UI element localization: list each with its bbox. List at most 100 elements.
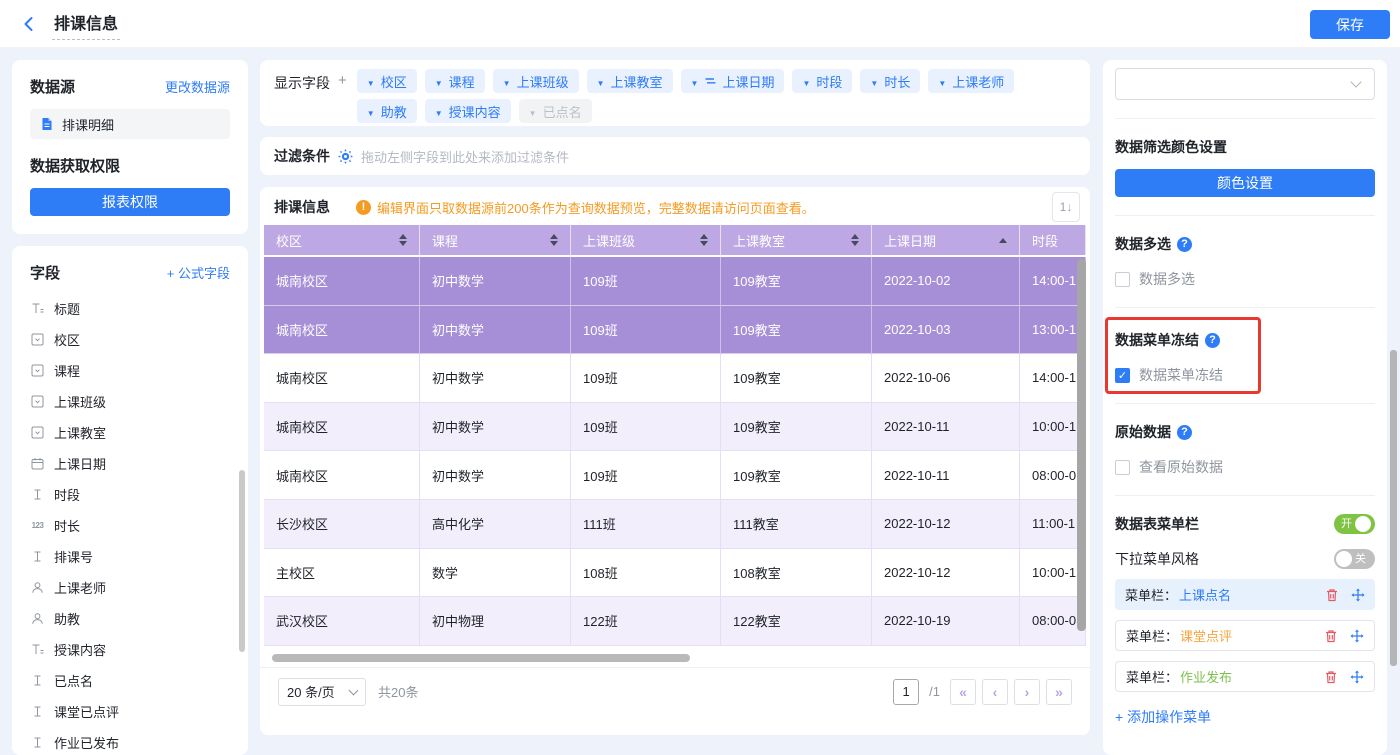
menu-bar-item[interactable]: 菜单栏： 作业发布 xyxy=(1115,661,1375,692)
field-item[interactable]: 上课教室 xyxy=(30,417,230,448)
menu-bar-toggle-on[interactable]: 开 xyxy=(1334,514,1375,534)
field-item[interactable]: 作业已发布 xyxy=(30,727,230,755)
chevron-down-icon[interactable] xyxy=(870,74,878,89)
add-formula-field-link[interactable]: + 公式字段 xyxy=(167,263,230,282)
person-icon xyxy=(30,581,45,594)
field-item[interactable]: 上课班级 xyxy=(30,386,230,417)
chevron-down-icon[interactable] xyxy=(691,74,699,89)
multi-select-checkbox-row[interactable]: 数据多选 xyxy=(1115,269,1375,289)
field-chip[interactable]: 时段 xyxy=(792,69,852,93)
back-button[interactable] xyxy=(16,11,42,37)
field-chip[interactable]: 上课老师 xyxy=(928,69,1014,93)
add-action-menu-link[interactable]: + 添加操作菜单 xyxy=(1115,707,1375,727)
sort-icon[interactable] xyxy=(700,234,708,246)
field-item[interactable]: 123时长 xyxy=(30,510,230,541)
field-chip[interactable]: 授课内容 xyxy=(425,99,511,123)
table-row[interactable]: 武汉校区初中物理122班122教室2022-10-1908:00-0 xyxy=(264,597,1086,646)
table-row-selected[interactable]: 城南校区初中数学109班109教室2022-10-0313:00-1 xyxy=(264,306,1086,355)
color-setting-button[interactable]: 颜色设置 xyxy=(1115,169,1375,197)
first-page-button[interactable] xyxy=(950,679,976,705)
change-datasource-link[interactable]: 更改数据源 xyxy=(165,77,230,96)
sort-ascending-icon[interactable] xyxy=(999,238,1007,243)
field-chip-disabled: 已点名 xyxy=(519,99,592,123)
delete-icon[interactable] xyxy=(1325,588,1339,602)
chevron-down-icon[interactable] xyxy=(597,74,605,89)
move-icon[interactable] xyxy=(1351,588,1365,602)
page-size-select[interactable]: 20 条/页 xyxy=(278,678,366,706)
checkbox-unchecked[interactable] xyxy=(1115,460,1130,475)
checkbox-checked[interactable] xyxy=(1115,368,1130,383)
sort-order-button[interactable]: 1↓ xyxy=(1052,192,1080,222)
field-chip-sorted[interactable]: 上课日期 xyxy=(681,69,785,93)
color-setting-title: 数据筛选颜色设置 xyxy=(1115,137,1227,157)
chevron-down-icon[interactable] xyxy=(802,74,810,89)
field-item[interactable]: 校区 xyxy=(30,324,230,355)
move-icon[interactable] xyxy=(1350,629,1364,643)
sort-icon[interactable] xyxy=(550,234,558,246)
field-item[interactable]: 排课号 xyxy=(30,541,230,572)
select-icon xyxy=(30,395,45,408)
sort-icon[interactable] xyxy=(851,234,859,246)
field-chip[interactable]: 课程 xyxy=(425,69,485,93)
save-button[interactable]: 保存 xyxy=(1310,10,1390,39)
table-row[interactable]: 城南校区初中数学109班109教室2022-10-0614:00-1 xyxy=(264,354,1086,403)
delete-icon[interactable] xyxy=(1324,629,1338,643)
column-header[interactable]: 上课班级 xyxy=(571,225,721,255)
chevron-down-icon[interactable] xyxy=(367,74,375,89)
report-permission-button[interactable]: 报表权限 xyxy=(30,188,230,216)
field-item[interactable]: 上课老师 xyxy=(30,572,230,603)
move-icon[interactable] xyxy=(1350,670,1364,684)
field-chip[interactable]: 上课班级 xyxy=(493,69,579,93)
menu-bar-item[interactable]: 菜单栏： 上课点名 xyxy=(1115,579,1375,610)
fields-scrollbar[interactable] xyxy=(239,470,245,652)
field-item[interactable]: 时段 xyxy=(30,479,230,510)
field-item[interactable]: 标题 xyxy=(30,293,230,324)
table-row[interactable]: 城南校区初中数学109班109教室2022-10-1108:00-0 xyxy=(264,451,1086,500)
table-row[interactable]: 长沙校区高中化学111班111教室2022-10-1211:00-1 xyxy=(264,500,1086,549)
chevron-down-icon[interactable] xyxy=(435,104,443,119)
table-vertical-scrollbar[interactable] xyxy=(1077,259,1086,631)
datasource-item[interactable]: 排课明细 xyxy=(30,109,230,139)
table-horizontal-scrollbar[interactable] xyxy=(272,654,690,662)
field-item[interactable]: 课程 xyxy=(30,355,230,386)
help-icon[interactable] xyxy=(1205,333,1220,348)
sort-icon[interactable] xyxy=(399,234,407,246)
field-item[interactable]: 已点名 xyxy=(30,665,230,696)
last-page-button[interactable] xyxy=(1046,679,1072,705)
next-page-button[interactable] xyxy=(1014,679,1040,705)
chevron-down-icon[interactable] xyxy=(938,74,946,89)
chevron-down-icon[interactable] xyxy=(367,104,375,119)
field-chip[interactable]: 助教 xyxy=(357,99,417,123)
column-header[interactable]: 时段 xyxy=(1020,225,1086,255)
field-chip[interactable]: 时长 xyxy=(860,69,920,93)
help-icon[interactable] xyxy=(1177,237,1192,252)
delete-icon[interactable] xyxy=(1324,670,1338,684)
table-row[interactable]: 城南校区初中数学109班109教室2022-10-1110:00-1 xyxy=(264,403,1086,452)
field-item[interactable]: 上课日期 xyxy=(30,448,230,479)
column-header[interactable]: 校区 xyxy=(264,225,420,255)
chevron-down-icon[interactable] xyxy=(435,74,443,89)
column-header-sorted[interactable]: 上课日期 xyxy=(872,225,1020,255)
settings-dropdown[interactable] xyxy=(1115,68,1375,100)
prev-page-button[interactable] xyxy=(982,679,1008,705)
menu-bar-item[interactable]: 菜单栏： 课堂点评 xyxy=(1115,620,1375,651)
menu-freeze-checkbox-row[interactable]: 数据菜单冻结 xyxy=(1115,365,1375,385)
raw-data-checkbox-row[interactable]: 查看原始数据 xyxy=(1115,457,1375,477)
column-header[interactable]: 上课教室 xyxy=(721,225,872,255)
field-chip[interactable]: 上课教室 xyxy=(587,69,673,93)
dropdown-style-toggle-off[interactable]: 关 xyxy=(1334,549,1375,569)
table-row[interactable]: 主校区数学108班108教室2022-10-1210:00-1 xyxy=(264,549,1086,598)
current-page-input[interactable]: 1 xyxy=(893,679,919,705)
field-item[interactable]: 助教 xyxy=(30,603,230,634)
page-scrollbar[interactable] xyxy=(1390,350,1397,666)
field-chip[interactable]: 校区 xyxy=(357,69,417,93)
chevron-down-icon[interactable] xyxy=(503,74,511,89)
field-item[interactable]: 授课内容 xyxy=(30,634,230,665)
field-item[interactable]: 课堂已点评 xyxy=(30,696,230,727)
help-icon[interactable] xyxy=(1177,425,1192,440)
checkbox-unchecked[interactable] xyxy=(1115,272,1130,287)
column-header[interactable]: 课程 xyxy=(420,225,571,255)
table-row-selected[interactable]: 城南校区初中数学109班109教室2022-10-0214:00-1 xyxy=(264,257,1086,306)
add-field-button[interactable]: + xyxy=(338,72,347,89)
gear-icon[interactable] xyxy=(338,149,353,164)
